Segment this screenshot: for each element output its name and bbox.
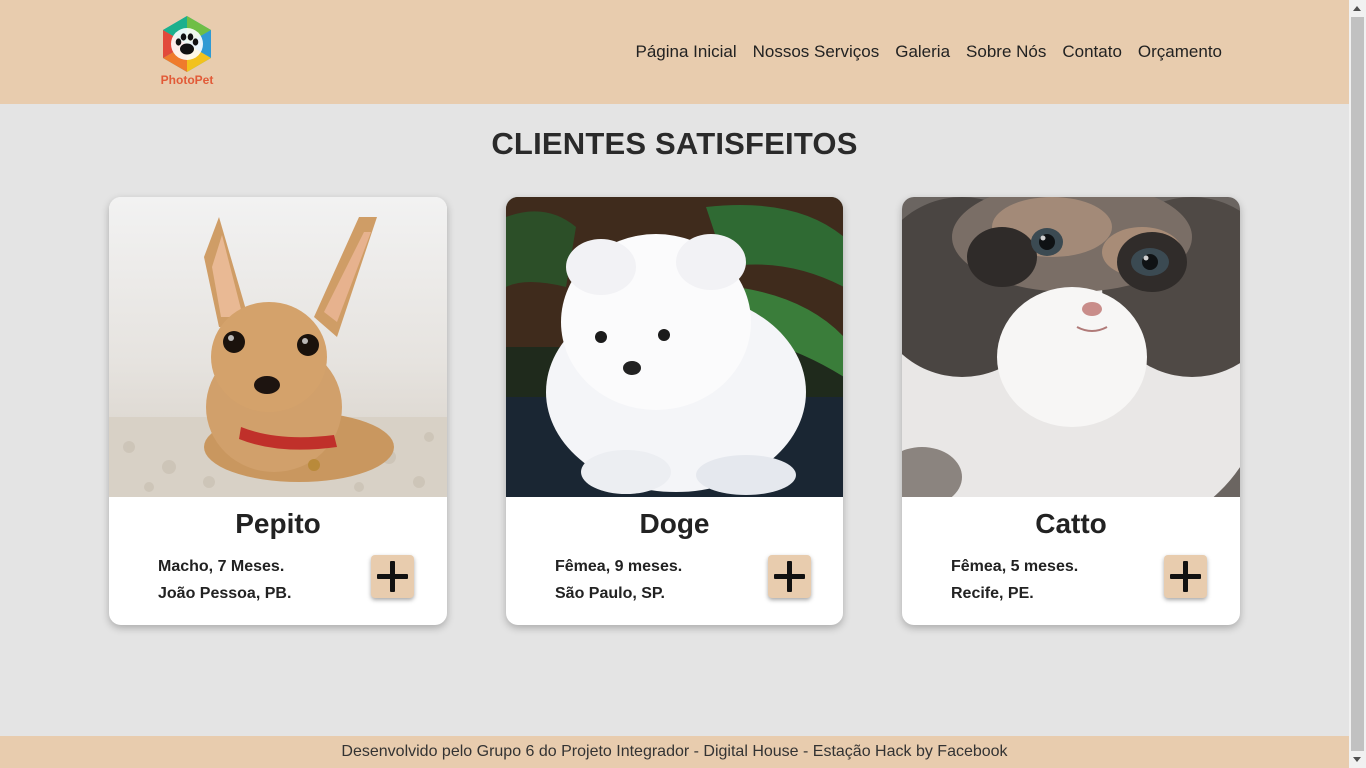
pet-name: Catto	[1035, 508, 1107, 539]
footer-text: Desenvolvido pelo Grupo 6 do Projeto Int…	[341, 743, 1008, 760]
scroll-down-icon[interactable]	[1353, 757, 1361, 762]
pet-details: Macho, 7 Meses.	[158, 558, 285, 575]
nav-item-sobre-nos[interactable]: Sobre Nós	[966, 42, 1046, 62]
plus-button[interactable]	[371, 555, 414, 598]
scrollbar-thumb[interactable]	[1351, 17, 1364, 751]
page: PhotoPet Página Inicial Nossos Serviços …	[0, 0, 1349, 768]
pet-location: João Pessoa, PB.	[158, 585, 292, 602]
pet-details: Fêmea, 5 meses.	[951, 558, 1079, 575]
nav-item-contato[interactable]: Contato	[1062, 42, 1122, 62]
pomeranian-photo	[506, 197, 843, 497]
plus-button[interactable]	[1164, 555, 1207, 598]
site-footer: Desenvolvido pelo Grupo 6 do Projeto Int…	[0, 736, 1349, 768]
kitten-photo	[902, 197, 1240, 497]
paw-hexagon-icon	[163, 16, 211, 72]
plus-button[interactable]	[768, 555, 811, 598]
client-card: Pepito Macho, 7 Meses. João Pessoa, PB.	[109, 197, 447, 625]
pet-info: Fêmea, 5 meses. Recife, PE.	[951, 553, 1078, 607]
logo-text: PhotoPet	[160, 73, 214, 87]
photopet-logo[interactable]: PhotoPet	[156, 14, 218, 90]
client-card: Doge Fêmea, 9 meses. São Paulo, SP.	[506, 197, 843, 625]
main-nav: Página Inicial Nossos Serviços Galeria S…	[635, 42, 1222, 62]
page-title: CLIENTES SATISFEITOS	[491, 126, 858, 161]
pet-location: Recife, PE.	[951, 585, 1034, 602]
site-header: PhotoPet Página Inicial Nossos Serviços …	[0, 0, 1349, 104]
nav-item-orcamento[interactable]: Orçamento	[1138, 42, 1222, 62]
scroll-up-icon[interactable]	[1353, 6, 1361, 11]
pet-info: Fêmea, 9 meses. São Paulo, SP.	[555, 553, 682, 607]
chihuahua-photo	[109, 197, 447, 497]
client-card: Catto Fêmea, 5 meses. Recife, PE.	[902, 197, 1240, 625]
nav-item-nossos-servicos[interactable]: Nossos Serviços	[753, 42, 880, 62]
pet-location: São Paulo, SP.	[555, 585, 665, 602]
pet-details: Fêmea, 9 meses.	[555, 558, 683, 575]
nav-item-pagina-inicial[interactable]: Página Inicial	[635, 42, 736, 62]
pet-name: Pepito	[235, 508, 321, 539]
nav-item-galeria[interactable]: Galeria	[895, 42, 950, 62]
vertical-scrollbar[interactable]	[1349, 0, 1366, 768]
pet-info: Macho, 7 Meses. João Pessoa, PB.	[158, 553, 291, 607]
pet-name: Doge	[639, 508, 710, 539]
